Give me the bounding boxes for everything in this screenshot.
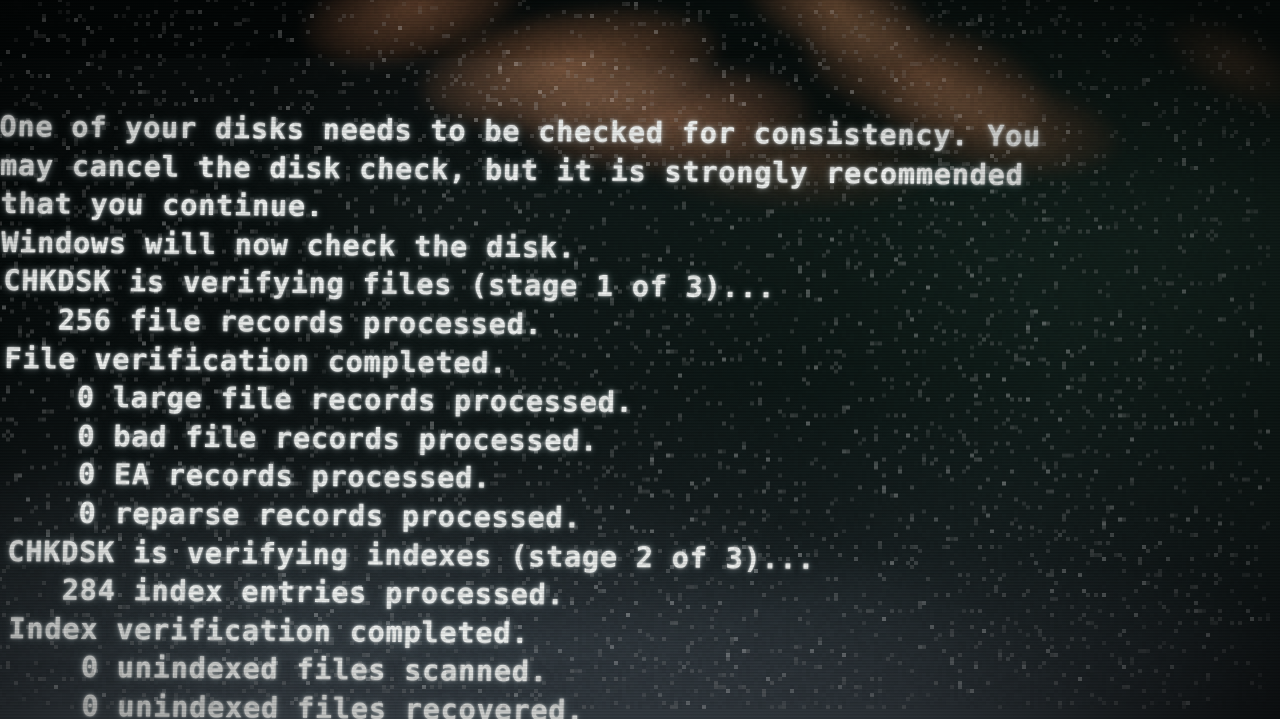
chkdsk-console-output: One of your disks needs to be checked fo… — [0, 108, 1280, 719]
chkdsk-screen-photo: One of your disks needs to be checked fo… — [0, 0, 1280, 719]
